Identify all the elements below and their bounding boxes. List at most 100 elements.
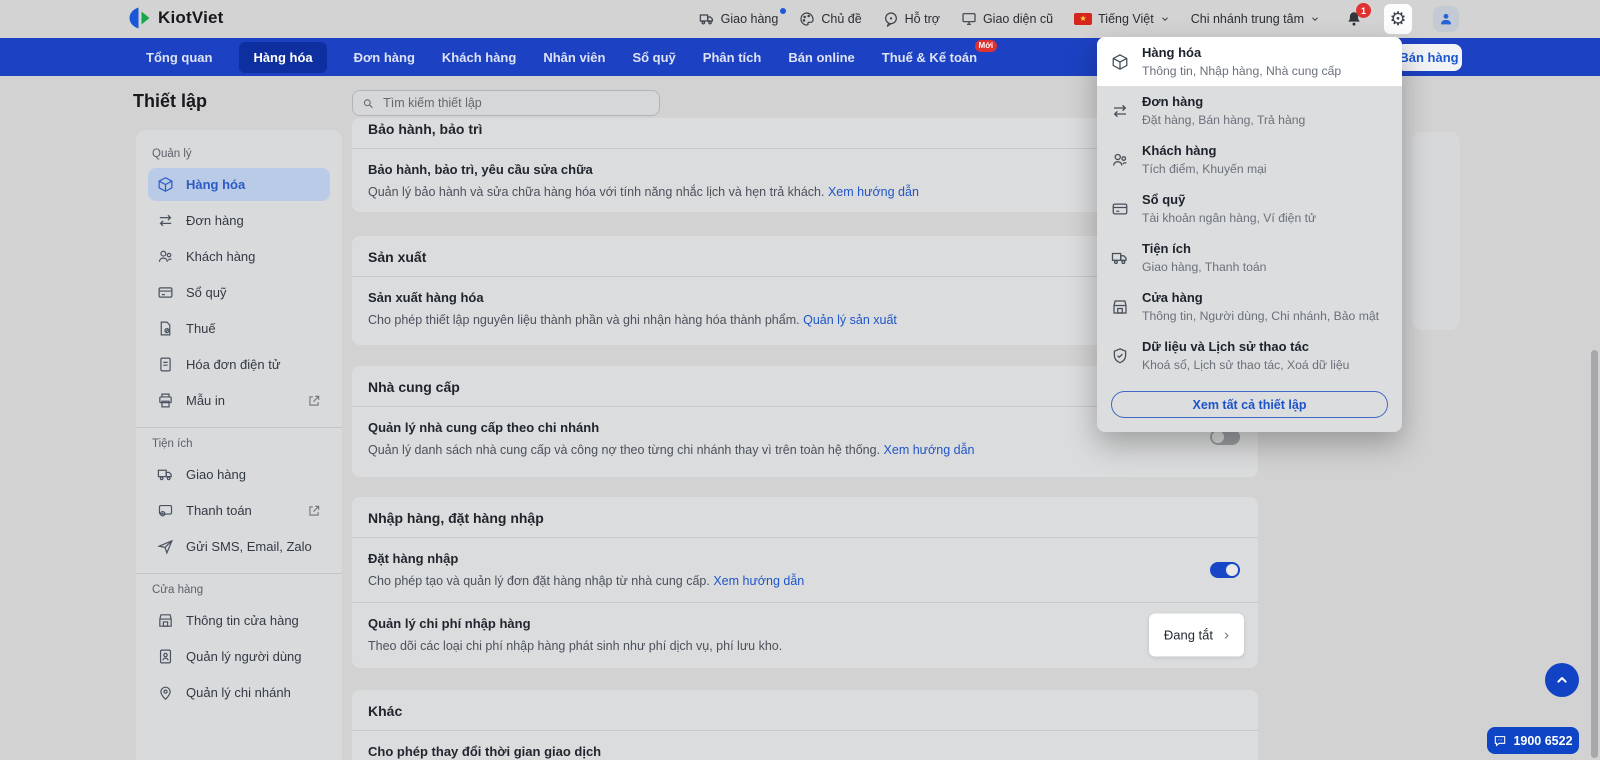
cube-icon [158, 177, 173, 192]
sidebar-section-label: Quản lý [152, 148, 192, 160]
shield-icon [1113, 347, 1127, 363]
setting-row: Quản lý chi phí nhập hàng Theo dõi các l… [352, 602, 1258, 667]
chat-icon [1495, 735, 1506, 746]
scroll-to-top-button[interactable] [1545, 663, 1579, 697]
branch-selector[interactable]: Chi nhánh trung tâm [1191, 12, 1320, 26]
nav-so-quy[interactable]: Sổ quỹ [632, 42, 675, 73]
help-link[interactable]: Xem hướng dẫn [884, 443, 975, 457]
store-icon [1113, 299, 1127, 314]
sidebar-item-so-quy[interactable]: Sổ quỹ [148, 276, 330, 309]
theme-menu-item[interactable]: Chủ đề [799, 11, 862, 27]
notification-count-badge: 1 [1356, 3, 1371, 18]
settings-search[interactable] [352, 90, 660, 116]
sidebar-item-giao-hang[interactable]: Giao hàng [148, 458, 330, 491]
hotline-button[interactable]: 1900 6522 [1487, 727, 1579, 754]
gear-icon: ⚙ [1389, 8, 1407, 30]
section-title: Khác [352, 690, 1258, 731]
cashbook-icon [158, 287, 173, 298]
setting-title: Quản lý chi phí nhập hàng [368, 616, 531, 631]
external-link-icon [309, 505, 320, 516]
section-title: Nhập hàng, đặt hàng nhập [352, 497, 1258, 538]
purchase-order-toggle[interactable] [1210, 562, 1240, 578]
help-link[interactable]: Xem hướng dẫn [713, 574, 804, 588]
nav-tong-quan[interactable]: Tổng quan [146, 42, 212, 73]
sidebar-item-khach-hang[interactable]: Khách hàng [148, 240, 330, 273]
top-header: KiotViet Giao hàng Chủ đề Hỗ trợ Giao di… [0, 0, 1600, 38]
setting-desc: Cho phép tạo và quản lý đơn đặt hàng nhậ… [368, 574, 805, 588]
sell-button[interactable]: Bán hàng [1396, 44, 1462, 71]
sidebar-section-label: Tiện ích [152, 438, 193, 450]
sidebar-item-thanh-toan[interactable]: Thanh toán [148, 494, 330, 527]
sidebar-item-thue[interactable]: Thuế [148, 312, 330, 345]
settings-sidebar: Quản lý Hàng hóa Đơn hàng Khách hàng Sổ … [136, 130, 342, 760]
branch-label: Chi nhánh trung tâm [1190, 12, 1304, 26]
section-card-nhap-hang: Nhập hàng, đặt hàng nhập Đặt hàng nhập C… [352, 497, 1258, 668]
help-link[interactable]: Xem hướng dẫn [828, 185, 919, 199]
nav-hang-hoa[interactable]: Hàng hóa [239, 41, 327, 73]
nav-don-hang[interactable]: Đơn hàng [354, 42, 415, 73]
logo-text: KiotViet [158, 8, 224, 27]
page-scrollbar[interactable] [1591, 350, 1598, 758]
page-title: Thiết lập [133, 91, 208, 111]
menu-item-hang-hoa[interactable]: Hàng hóa Thông tin, Nhập hàng, Nhà cung … [1097, 37, 1402, 86]
setting-row: Cho phép thay đổi thời gian giao dịch [352, 731, 1258, 760]
support-bubble-icon [884, 12, 897, 27]
user-account-button[interactable] [1433, 6, 1459, 32]
menu-item-so-quy[interactable]: Sổ quỹ Tài khoản ngân hàng, Ví điện tử [1097, 184, 1402, 233]
settings-gear-button[interactable]: ⚙ [1384, 4, 1412, 34]
manage-production-link[interactable]: Quản lý sản xuất [803, 313, 897, 327]
cashbook-icon [1112, 202, 1128, 215]
notifications-button[interactable]: 1 [1345, 3, 1371, 28]
nav-ban-online[interactable]: Bán online [788, 42, 854, 73]
chevron-right-icon: › [1224, 626, 1229, 644]
support-menu-item[interactable]: Hỗ trợ [883, 11, 940, 27]
menu-item-du-lieu[interactable]: Dữ liệu và Lịch sử thao tác Khoá sổ, Lịc… [1097, 331, 1402, 380]
send-icon [157, 539, 173, 555]
delivery-menu-item[interactable]: Giao hàng [699, 8, 787, 27]
import-cost-state-button[interactable]: Đang tắt › [1148, 613, 1244, 657]
cube-icon [1112, 53, 1128, 70]
menu-item-don-hang[interactable]: Đơn hàng Đặt hàng, Bán hàng, Trả hàng [1097, 86, 1402, 135]
sidebar-divider [136, 427, 342, 428]
sidebar-item-mau-in[interactable]: Mẫu in [148, 384, 330, 417]
palette-icon [800, 12, 814, 26]
sidebar-divider [136, 573, 342, 574]
old-ui-label: Giao diện cũ [982, 12, 1054, 26]
new-badge: Mới [974, 39, 998, 52]
vietnam-flag-icon: ★ [1074, 13, 1093, 25]
nav-phan-tich[interactable]: Phân tích [703, 42, 762, 73]
user-card-icon [159, 649, 172, 664]
hotline-number: 1900 6522 [1513, 733, 1573, 748]
language-label: Tiếng Việt [1098, 12, 1154, 26]
chevron-up-icon [1557, 677, 1567, 683]
sidebar-item-quan-ly-chi-nhanh[interactable]: Quản lý chi nhánh [148, 676, 330, 709]
customers-icon [1112, 153, 1127, 166]
nav-khach-hang[interactable]: Khách hàng [442, 42, 516, 73]
printer-icon [159, 393, 172, 408]
kiotviet-logo: KiotViet [128, 6, 224, 30]
truck-icon [699, 14, 713, 25]
sidebar-item-don-hang[interactable]: Đơn hàng [148, 204, 330, 237]
menu-item-tien-ich[interactable]: Tiện ích Giao hàng, Thanh toán [1097, 233, 1402, 282]
old-ui-menu-item[interactable]: Giao diện cũ [961, 11, 1053, 27]
sidebar-item-hoa-don-dien-tu[interactable]: Hóa đơn điện tử [148, 348, 330, 381]
sidebar-item-quan-ly-nguoi-dung[interactable]: Quản lý người dùng [148, 640, 330, 673]
search-input[interactable] [381, 95, 650, 111]
nav-thue-ke-toan[interactable]: Thuế & Kế toán Mới [882, 39, 998, 73]
language-selector[interactable]: ★ Tiếng Việt [1074, 12, 1170, 26]
kiotviet-logo-icon [129, 7, 150, 29]
menu-item-cua-hang[interactable]: Cửa hàng Thông tin, Người dùng, Chi nhán… [1097, 282, 1402, 331]
payment-icon [158, 504, 173, 517]
setting-title: Đặt hàng nhập [368, 551, 459, 566]
sidebar-item-gui-sms[interactable]: Gửi SMS, Email, Zalo [148, 530, 330, 563]
sidebar-item-thong-tin-cua-hang[interactable]: Thông tin cửa hàng [148, 604, 330, 637]
tax-icon [160, 321, 171, 336]
search-icon [363, 98, 373, 108]
nav-nhan-vien[interactable]: Nhân viên [543, 42, 605, 73]
menu-item-khach-hang[interactable]: Khách hàng Tích điểm, Khuyến mại [1097, 135, 1402, 184]
setting-desc: Theo dõi các loại chi phí nhập hàng phát… [368, 639, 783, 653]
view-all-settings-button[interactable]: Xem tất cả thiết lập [1111, 391, 1388, 418]
setting-title: Cho phép thay đổi thời gian giao dịch [368, 744, 602, 759]
sidebar-item-hang-hoa[interactable]: Hàng hóa [148, 168, 330, 201]
external-link-icon [309, 395, 320, 406]
